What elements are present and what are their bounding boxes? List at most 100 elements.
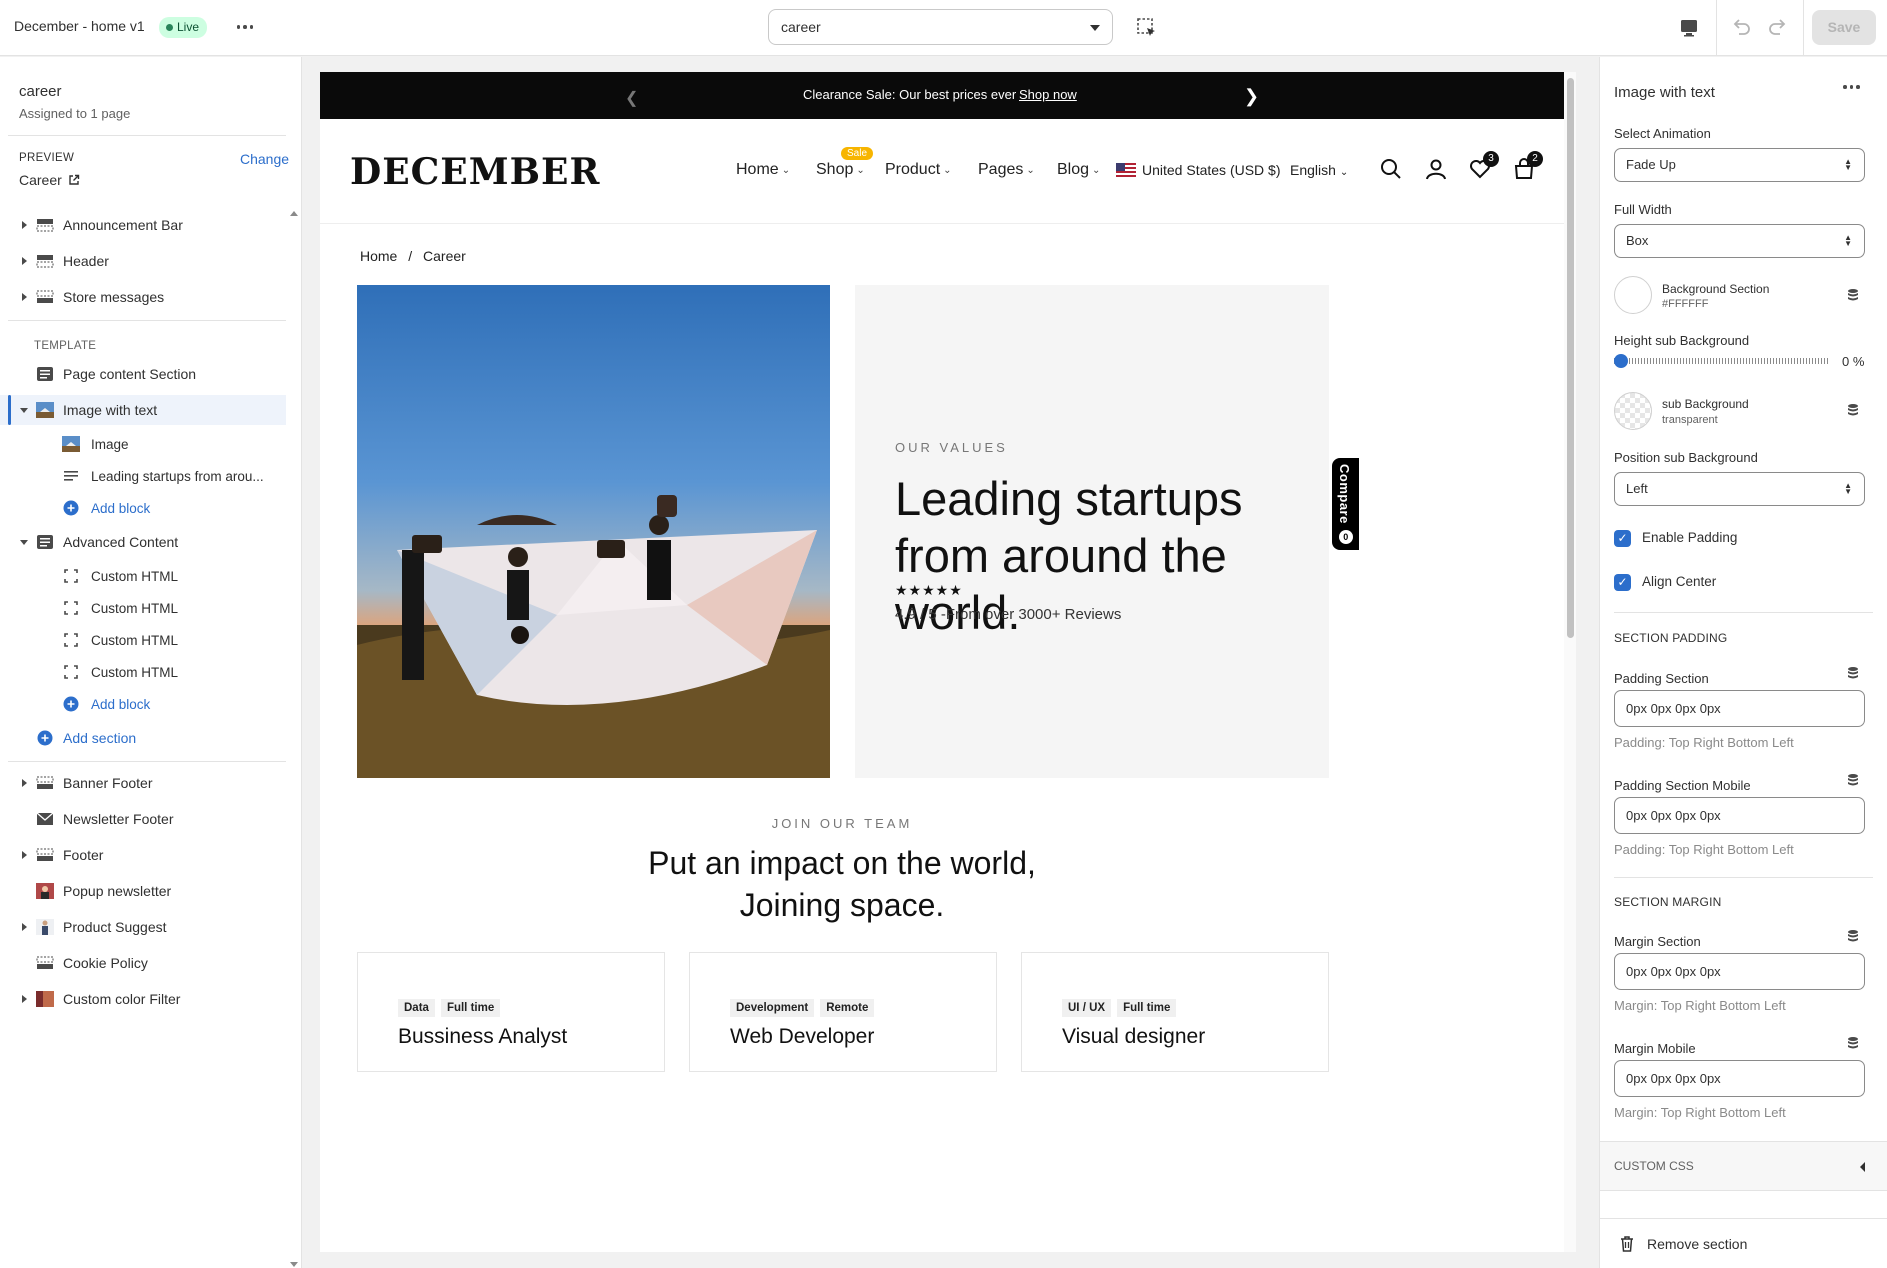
sidebar-scrollbar[interactable] xyxy=(288,210,300,1268)
more-actions-icon[interactable] xyxy=(233,16,257,38)
section-store-messages[interactable]: Store messages xyxy=(0,282,286,312)
section-banner-footer[interactable]: Banner Footer xyxy=(0,768,286,798)
section-page-content[interactable]: Page content Section xyxy=(0,359,286,389)
preview-value[interactable]: Career xyxy=(19,172,80,188)
section-newsletter-footer[interactable]: Newsletter Footer xyxy=(0,804,286,834)
add-block-button[interactable]: Add block xyxy=(0,689,286,719)
divider xyxy=(1614,612,1873,613)
job-card[interactable]: Development Remote Web Developer xyxy=(689,952,997,1072)
breadcrumb-home[interactable]: Home xyxy=(360,248,397,264)
expand-icon[interactable] xyxy=(22,779,27,787)
padding-section-label: Padding Section xyxy=(1614,671,1709,686)
search-icon[interactable] xyxy=(1379,157,1403,181)
redo-icon[interactable] xyxy=(1767,16,1789,38)
store-logo[interactable]: DECEMBER xyxy=(350,151,600,193)
wishlist-icon[interactable]: 3 xyxy=(1468,151,1499,181)
nav-pages[interactable]: Pages ⌄ xyxy=(978,161,1035,179)
save-button[interactable]: Save xyxy=(1812,10,1876,45)
expand-icon[interactable] xyxy=(22,995,27,1003)
block-custom-html[interactable]: Custom HTML xyxy=(0,593,286,623)
expand-icon[interactable] xyxy=(22,923,27,931)
expand-icon[interactable] xyxy=(22,851,27,859)
section-advanced-content[interactable]: Advanced Content xyxy=(0,527,286,557)
padding-mobile-input[interactable]: 0px 0px 0px 0px xyxy=(1614,797,1865,834)
margin-section-input[interactable]: 0px 0px 0px 0px xyxy=(1614,953,1865,990)
margin-mobile-input[interactable]: 0px 0px 0px 0px xyxy=(1614,1060,1865,1097)
nav-product[interactable]: Product ⌄ xyxy=(885,161,952,179)
dynamic-source-icon[interactable] xyxy=(1846,666,1860,680)
dynamic-source-icon[interactable] xyxy=(1846,773,1860,787)
section-product-suggest[interactable]: Product Suggest xyxy=(0,912,286,942)
change-preview-link[interactable]: Change xyxy=(240,151,289,167)
nav-blog[interactable]: Blog ⌄ xyxy=(1057,161,1100,179)
block-custom-html[interactable]: Custom HTML xyxy=(0,561,286,591)
section-header[interactable]: Header xyxy=(0,246,286,276)
padding-section-input[interactable]: 0px 0px 0px 0px xyxy=(1614,690,1865,727)
preview-canvas[interactable]: ❮ Clearance Sale: Our best prices ever S… xyxy=(320,72,1576,1252)
dynamic-source-icon[interactable] xyxy=(1846,929,1860,943)
section-popup-newsletter[interactable]: Popup newsletter xyxy=(0,876,286,906)
block-custom-html[interactable]: Custom HTML xyxy=(0,625,286,655)
height-sub-background-slider[interactable] xyxy=(1614,356,1830,366)
section-custom-color-filter[interactable]: Custom color Filter xyxy=(0,984,286,1014)
dynamic-source-icon[interactable] xyxy=(1846,403,1860,417)
block-custom-html[interactable]: Custom HTML xyxy=(0,657,286,687)
block-text[interactable]: Leading startups from arou... xyxy=(0,461,286,491)
align-center-checkbox[interactable]: ✓ xyxy=(1614,574,1631,591)
dynamic-source-icon[interactable] xyxy=(1846,1036,1860,1050)
currency-selector[interactable]: United States (USD $) xyxy=(1116,162,1281,178)
job-tag: Development xyxy=(730,999,815,1017)
chevron-right-icon[interactable]: ❯ xyxy=(1244,86,1259,107)
dynamic-source-icon[interactable] xyxy=(1846,288,1860,302)
toolbar-divider xyxy=(1716,0,1717,56)
job-tag: Data xyxy=(398,999,435,1017)
job-tag: Full time xyxy=(440,999,501,1017)
undo-icon[interactable] xyxy=(1730,16,1752,38)
expand-icon[interactable] xyxy=(22,221,27,229)
nav-home[interactable]: Home ⌄ xyxy=(736,161,790,179)
slider-handle[interactable] xyxy=(1614,354,1628,368)
language-selector[interactable]: English ⌄ xyxy=(1290,162,1348,178)
collapse-icon[interactable] xyxy=(20,407,28,413)
chevron-left-icon[interactable]: ❮ xyxy=(625,88,638,108)
add-section-button[interactable]: Add section xyxy=(0,723,286,753)
collapse-icon[interactable] xyxy=(20,539,28,545)
background-color-swatch[interactable] xyxy=(1614,276,1652,314)
background-section-label: Background Section xyxy=(1662,282,1770,296)
nav-shop[interactable]: Shop ⌄ xyxy=(816,161,865,179)
desktop-preview-icon[interactable] xyxy=(1678,17,1700,39)
account-icon[interactable] xyxy=(1424,157,1448,181)
page-selector[interactable]: career xyxy=(768,9,1113,45)
position-sub-background-dropdown[interactable]: Left ▲ ▼ xyxy=(1614,472,1865,506)
enable-padding-checkbox[interactable]: ✓ xyxy=(1614,530,1631,547)
preview-scrollbar[interactable] xyxy=(1564,72,1576,1252)
color-filter-thumbnail-icon xyxy=(36,991,54,1007)
section-image-with-text[interactable]: Image with text xyxy=(0,395,286,425)
remove-section-button[interactable]: Remove section xyxy=(1600,1218,1887,1268)
cart-icon[interactable]: 2 xyxy=(1512,151,1543,181)
custom-css-section[interactable]: CUSTOM CSS xyxy=(1600,1141,1887,1191)
scrollbar-thumb[interactable] xyxy=(1567,78,1574,638)
block-image[interactable]: Image xyxy=(0,429,286,459)
section-announcement-bar[interactable]: Announcement Bar xyxy=(0,210,286,240)
shop-now-link[interactable]: Shop now xyxy=(1019,87,1077,102)
select-animation-dropdown[interactable]: Fade Up ▲ ▼ xyxy=(1614,148,1865,182)
expand-icon[interactable] xyxy=(22,293,27,301)
expand-icon[interactable] xyxy=(22,257,27,265)
language-label: English xyxy=(1290,162,1336,178)
section-footer[interactable]: Footer xyxy=(0,840,286,870)
section-icon xyxy=(36,776,54,789)
height-sub-background-label: Height sub Background xyxy=(1614,333,1750,348)
compare-tab[interactable]: Compare 0 xyxy=(1332,458,1359,550)
sub-background-swatch[interactable] xyxy=(1614,392,1652,430)
full-width-dropdown[interactable]: Box ▲ ▼ xyxy=(1614,224,1865,258)
add-block-button[interactable]: Add block xyxy=(0,493,286,523)
padding-mobile-help: Padding: Top Right Bottom Left xyxy=(1614,842,1794,857)
inspector-icon[interactable] xyxy=(1136,17,1158,39)
section-label: Image with text xyxy=(63,402,158,418)
more-actions-icon[interactable] xyxy=(1843,85,1860,89)
divider xyxy=(8,761,286,762)
job-card[interactable]: UI / UX Full time Visual designer xyxy=(1021,952,1329,1072)
job-card[interactable]: Data Full time Bussiness Analyst xyxy=(357,952,665,1072)
section-cookie-policy[interactable]: Cookie Policy xyxy=(0,948,286,978)
